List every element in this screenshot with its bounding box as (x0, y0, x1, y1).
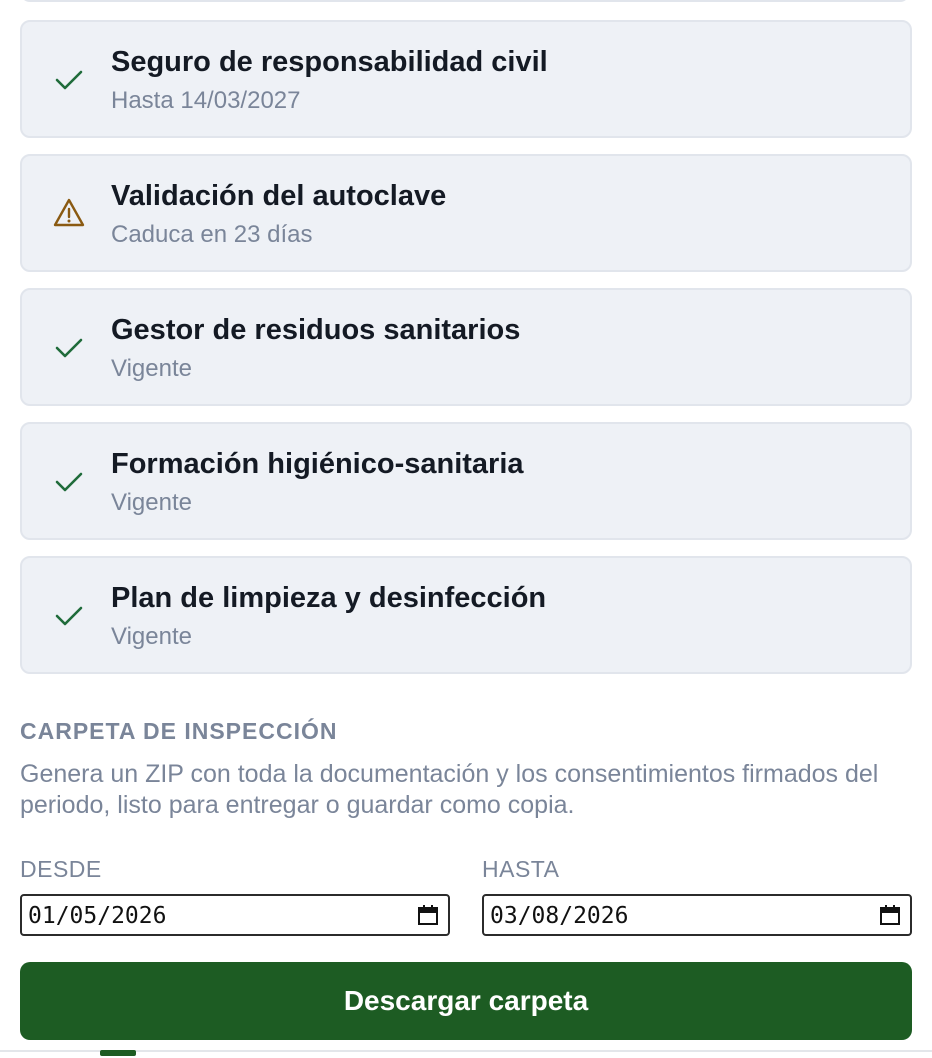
document-title: Seguro de responsabilidad civil (111, 46, 548, 78)
from-date-label: DESDE (20, 856, 102, 882)
download-folder-button[interactable]: Descargar carpeta (20, 962, 912, 1040)
document-title: Gestor de residuos sanitarios (111, 314, 521, 346)
check-icon (55, 606, 83, 626)
document-status: Vigente (111, 489, 192, 516)
document-status: Caduca en 23 días (111, 221, 313, 248)
document-status: Hasta 14/03/2027 (111, 87, 301, 114)
calendar-icon[interactable] (878, 903, 902, 927)
active-tab-indicator (100, 1050, 136, 1056)
document-card[interactable]: Seguro de responsabilidad civil Hasta 14… (20, 20, 912, 138)
document-status: Vigente (111, 355, 192, 382)
check-icon (55, 338, 83, 358)
from-date-value: 01/05/2026 (28, 903, 167, 929)
previous-document-card (20, 0, 910, 2)
check-icon (55, 70, 83, 90)
calendar-icon[interactable] (416, 903, 440, 927)
section-heading: CARPETA DE INSPECCIÓN (20, 718, 338, 744)
to-date-input[interactable]: 03/08/2026 (482, 894, 912, 936)
document-status: Vigente (111, 623, 192, 650)
document-card[interactable]: Plan de limpieza y desinfección Vigente (20, 556, 912, 674)
from-date-input[interactable]: 01/05/2026 (20, 894, 450, 936)
check-icon (55, 472, 83, 492)
warning-icon (53, 198, 85, 227)
section-description: Genera un ZIP con toda la documentación … (20, 760, 879, 819)
bottom-divider (0, 1050, 932, 1052)
document-card[interactable]: Formación higiénico-sanitaria Vigente (20, 422, 912, 540)
document-title: Formación higiénico-sanitaria (111, 448, 524, 480)
document-title: Validación del autoclave (111, 180, 447, 212)
page: Seguro de responsabilidad civil Hasta 14… (0, 0, 932, 1058)
document-title: Plan de limpieza y desinfección (111, 582, 547, 614)
document-card[interactable]: Gestor de residuos sanitarios Vigente (20, 288, 912, 406)
document-card[interactable]: Validación del autoclave Caduca en 23 dí… (20, 154, 912, 272)
to-date-label: HASTA (482, 856, 560, 882)
to-date-value: 03/08/2026 (490, 903, 629, 929)
